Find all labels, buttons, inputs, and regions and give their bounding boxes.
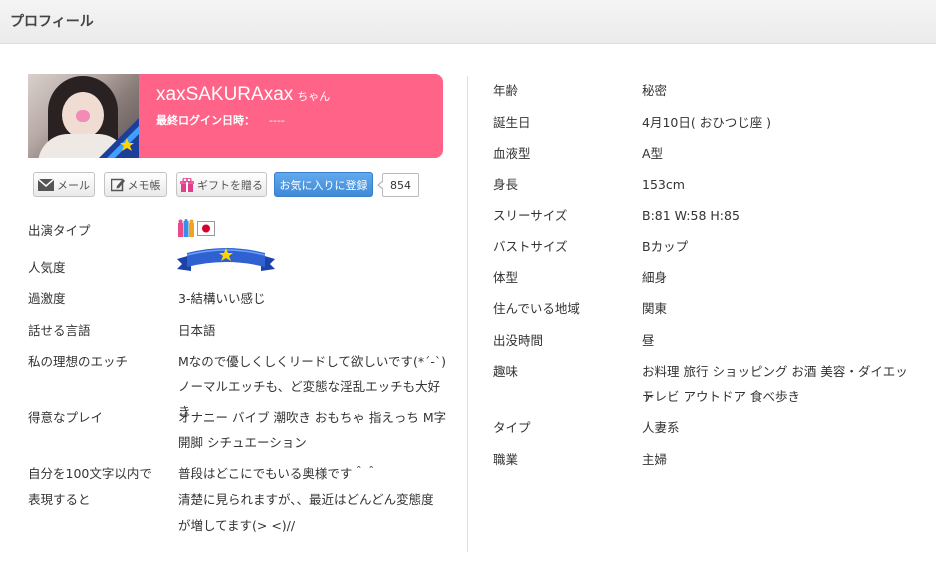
birthday-value: 4月10日( おひつじ座 ) — [642, 115, 772, 130]
avatar[interactable] — [28, 74, 139, 158]
birthday-label: 誕生日 — [493, 115, 531, 130]
performance-type-icons — [178, 219, 215, 237]
active-time-label: 出没時間 — [493, 333, 544, 348]
language-value: 日本語 — [178, 323, 216, 338]
favorite-count: 854 — [377, 173, 419, 197]
gift-button-label: ギフトを贈る — [197, 178, 263, 192]
user-name: xaxSAKURAxax — [156, 84, 294, 105]
group-type-icon[interactable] — [178, 219, 194, 237]
body-type-label: 体型 — [493, 270, 519, 285]
heart-sticker-icon — [76, 110, 90, 122]
measurements-label: スリーサイズ — [493, 208, 568, 223]
column-divider — [467, 76, 468, 552]
blood-type-label: 血液型 — [493, 146, 531, 161]
gift-icon — [180, 177, 194, 192]
memo-button[interactable]: メモ帳 — [104, 172, 167, 197]
popularity-label: 人気度 — [28, 260, 66, 275]
height-label: 身長 — [493, 177, 519, 192]
ideal-label: 私の理想のエッチ — [28, 354, 129, 369]
self-intro-line-3: が増してます(> <)// — [178, 518, 296, 533]
self-intro-line-2: 清楚に見られますが、、最近はどんどん変態度 — [178, 492, 434, 507]
add-favorite-button[interactable]: お気に入りに登録 — [274, 172, 373, 197]
rank-star-badge-icon — [99, 118, 139, 158]
last-login: 最終ログイン日時： ---- — [156, 112, 285, 128]
occupation-label: 職業 — [493, 452, 519, 467]
add-favorite-label: お気に入りに登録 — [279, 178, 368, 192]
body-type-value: 細身 — [642, 270, 668, 285]
hobby-label: 趣味 — [493, 364, 519, 379]
bust-size-label: バストサイズ — [493, 239, 568, 254]
self-intro-label-line-1: 自分を100文字以内で — [28, 466, 152, 481]
profile-card: xaxSAKURAxax ちゃん 最終ログイン日時： ---- — [28, 74, 443, 158]
page-header: プロフィール — [0, 0, 936, 44]
last-login-label: 最終ログイン日時： — [156, 114, 255, 127]
age-label: 年齢 — [493, 83, 519, 98]
occupation-value: 主婦 — [642, 452, 668, 467]
honorific: ちゃん — [297, 90, 331, 103]
ideal-value-line-1: Mなので優しくしくリードして欲しいです(*´-`) — [178, 354, 447, 369]
name-panel: xaxSAKURAxax ちゃん 最終ログイン日時： ---- — [139, 74, 443, 158]
favorite-play-line-1: オナニー バイブ 潮吹き おもちゃ 指えっち M字 — [178, 410, 447, 425]
memo-button-label: メモ帳 — [127, 178, 161, 192]
favorite-play-label: 得意なプレイ — [28, 410, 104, 425]
favorite-play-line-2: 開脚 シチュエーション — [178, 435, 307, 450]
envelope-icon — [38, 178, 54, 191]
blood-type-value: A型 — [642, 146, 664, 161]
type-value: 人妻系 — [642, 420, 680, 435]
self-intro-line-1: 普段はどこにでもいる奥様です＾＾ — [178, 466, 378, 481]
intensity-label: 過激度 — [28, 291, 66, 306]
intensity-value: 3-結構いい感じ — [178, 291, 266, 306]
last-login-value: ---- — [269, 114, 285, 127]
mail-button-label: メール — [57, 178, 90, 192]
type-label: タイプ — [493, 420, 531, 435]
height-value: 153cm — [642, 177, 685, 192]
bust-size-value: Bカップ — [642, 239, 689, 254]
region-label: 住んでいる地域 — [493, 301, 580, 316]
language-label: 話せる言語 — [28, 323, 91, 338]
age-value: 秘密 — [642, 83, 668, 98]
performance-type-label: 出演タイプ — [28, 223, 91, 238]
mail-button[interactable]: メール — [33, 172, 95, 197]
gift-button[interactable]: ギフトを贈る — [176, 172, 267, 197]
name-row: xaxSAKURAxax ちゃん — [156, 84, 330, 106]
region-value: 関東 — [642, 301, 668, 316]
japan-flag-icon[interactable] — [197, 221, 215, 236]
pencil-icon — [110, 178, 125, 191]
page-title: プロフィール — [10, 14, 94, 30]
measurements-value: B:81 W:58 H:85 — [642, 208, 740, 223]
star-ribbon-icon — [177, 248, 275, 271]
active-time-value: 昼 — [642, 333, 655, 348]
self-intro-label-line-2: 表現すると — [28, 492, 91, 507]
hobby-value-line-2: テレビ アウトドア 食べ歩き — [642, 389, 800, 404]
